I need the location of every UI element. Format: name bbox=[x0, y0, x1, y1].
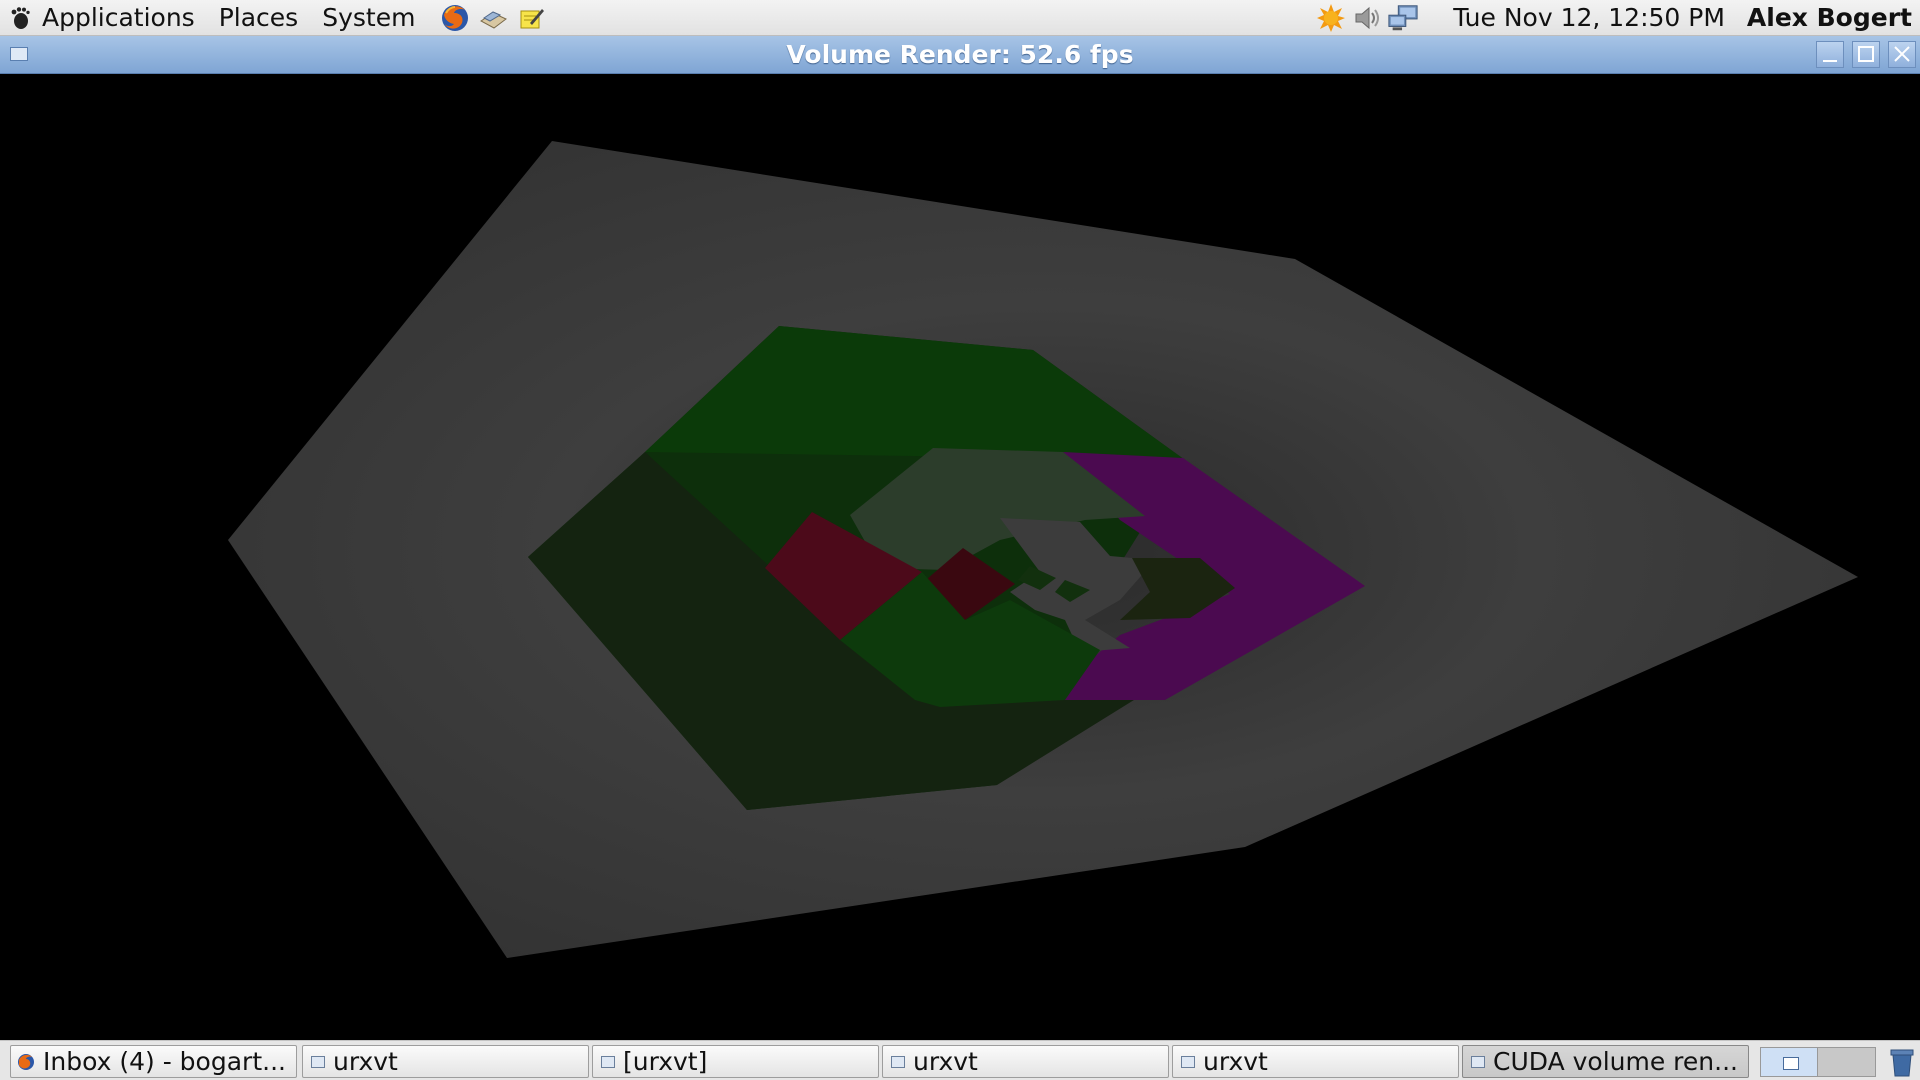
gnome-foot-icon[interactable] bbox=[8, 6, 30, 30]
maximize-button[interactable] bbox=[1852, 41, 1880, 68]
network-icon[interactable] bbox=[1387, 2, 1419, 34]
workspace-1[interactable] bbox=[1761, 1048, 1818, 1076]
text-editor-launcher[interactable] bbox=[515, 2, 547, 34]
firefox-icon bbox=[18, 1053, 34, 1070]
trash-icon[interactable] bbox=[1888, 1045, 1916, 1077]
window-titlebar[interactable]: Volume Render: 52.6 fps bbox=[0, 36, 1920, 74]
task-button-inbox[interactable]: Inbox (4) - bogart... bbox=[10, 1045, 297, 1078]
sun-glyph-icon bbox=[1317, 3, 1346, 32]
volume-render-canvas[interactable] bbox=[0, 74, 1920, 1040]
window-icon bbox=[1471, 1055, 1485, 1068]
firefox-launcher[interactable] bbox=[439, 2, 471, 34]
close-button[interactable] bbox=[1888, 41, 1916, 68]
task-button-urxvt-2[interactable]: [urxvt] bbox=[592, 1045, 879, 1078]
task-label: Inbox (4) - bogart... bbox=[43, 1047, 286, 1076]
weather-sun-icon[interactable] bbox=[1315, 2, 1347, 34]
task-label: urxvt bbox=[333, 1047, 398, 1076]
workspace-window-icon bbox=[1783, 1057, 1799, 1070]
task-button-cuda-volume-render[interactable]: CUDA volume ren... bbox=[1462, 1045, 1749, 1078]
task-button-urxvt-4[interactable]: urxvt bbox=[1172, 1045, 1459, 1078]
window-icon bbox=[1181, 1055, 1195, 1068]
bottom-taskbar: Inbox (4) - bogart... urxvt [urxvt] urxv… bbox=[0, 1040, 1920, 1080]
menu-system[interactable]: System bbox=[316, 3, 421, 32]
firefox-icon bbox=[442, 4, 469, 31]
close-icon bbox=[1894, 46, 1910, 62]
minimize-icon bbox=[1823, 60, 1837, 62]
minimize-button[interactable] bbox=[1816, 41, 1844, 68]
clock[interactable]: Tue Nov 12, 12:50 PM bbox=[1453, 3, 1725, 32]
menu-places[interactable]: Places bbox=[213, 3, 305, 32]
task-label: [urxvt] bbox=[623, 1047, 708, 1076]
maximize-icon bbox=[1858, 46, 1874, 62]
file-manager-icon bbox=[480, 10, 508, 29]
window-icon bbox=[601, 1055, 615, 1068]
volume-render-image bbox=[228, 141, 1858, 958]
top-panel: Applications Places System Tue Nov 12, 1… bbox=[0, 0, 1920, 36]
workspace-switcher[interactable] bbox=[1760, 1047, 1876, 1077]
speaker-glyph-icon bbox=[1355, 6, 1380, 29]
volume-icon[interactable] bbox=[1351, 2, 1383, 34]
window-icon bbox=[891, 1055, 905, 1068]
task-label: urxvt bbox=[1203, 1047, 1268, 1076]
file-manager-launcher[interactable] bbox=[477, 2, 509, 34]
task-button-urxvt-1[interactable]: urxvt bbox=[302, 1045, 589, 1078]
network-glyph-icon bbox=[1388, 4, 1418, 30]
text-editor-icon bbox=[520, 8, 545, 28]
window-icon bbox=[311, 1055, 325, 1068]
task-label: urxvt bbox=[913, 1047, 978, 1076]
menu-applications[interactable]: Applications bbox=[36, 3, 201, 32]
task-label: CUDA volume ren... bbox=[1493, 1047, 1738, 1076]
task-button-urxvt-3[interactable]: urxvt bbox=[882, 1045, 1169, 1078]
window-title: Volume Render: 52.6 fps bbox=[786, 40, 1134, 69]
user-menu[interactable]: Alex Bogert bbox=[1747, 3, 1912, 32]
